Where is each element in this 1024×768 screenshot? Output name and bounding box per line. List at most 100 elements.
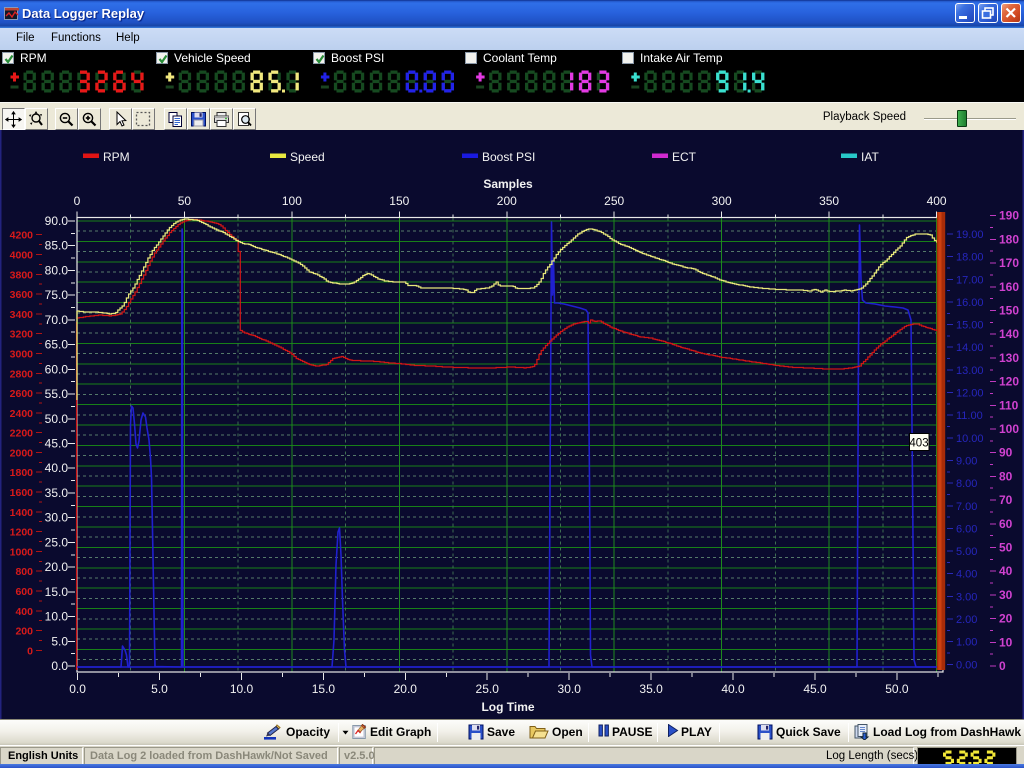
- svg-text:2800: 2800: [10, 368, 34, 380]
- svg-text:40: 40: [999, 564, 1013, 578]
- svg-text:1600: 1600: [10, 487, 34, 499]
- svg-text:0.0: 0.0: [51, 659, 68, 673]
- svg-text:200: 200: [15, 626, 33, 638]
- svg-text:300: 300: [712, 194, 732, 208]
- svg-text:12.00: 12.00: [956, 388, 984, 400]
- svg-text:1000: 1000: [10, 546, 34, 558]
- svg-text:35.0: 35.0: [639, 682, 663, 696]
- svg-text:150: 150: [389, 194, 409, 208]
- svg-text:35.0: 35.0: [45, 486, 69, 500]
- svg-text:2200: 2200: [10, 428, 34, 440]
- svg-text:15.0: 15.0: [312, 682, 336, 696]
- svg-text:4.00: 4.00: [956, 569, 977, 581]
- svg-text:30.0: 30.0: [558, 682, 582, 696]
- svg-text:180: 180: [999, 232, 1019, 246]
- svg-text:20.0: 20.0: [45, 560, 69, 574]
- svg-text:9.00: 9.00: [956, 456, 977, 468]
- svg-text:80.0: 80.0: [45, 263, 69, 277]
- svg-text:400: 400: [15, 606, 33, 618]
- svg-text:0.0: 0.0: [69, 682, 86, 696]
- svg-text:80: 80: [999, 469, 1013, 483]
- svg-text:40.0: 40.0: [721, 682, 745, 696]
- svg-text:100: 100: [282, 194, 302, 208]
- svg-text:190: 190: [999, 209, 1019, 223]
- svg-text:Samples: Samples: [483, 177, 533, 191]
- svg-text:14.00: 14.00: [956, 342, 984, 354]
- svg-text:60.0: 60.0: [45, 362, 69, 376]
- svg-text:2400: 2400: [10, 408, 34, 420]
- svg-text:160: 160: [999, 280, 1019, 294]
- svg-text:85.0: 85.0: [45, 239, 69, 253]
- svg-text:1.00: 1.00: [956, 637, 977, 649]
- svg-text:1400: 1400: [10, 507, 34, 519]
- svg-text:1200: 1200: [10, 527, 34, 539]
- svg-text:45.0: 45.0: [803, 682, 827, 696]
- svg-text:250: 250: [604, 194, 624, 208]
- svg-text:13.00: 13.00: [956, 365, 984, 377]
- svg-text:20.0: 20.0: [394, 682, 418, 696]
- svg-text:50.0: 50.0: [885, 682, 909, 696]
- svg-text:5.0: 5.0: [151, 682, 168, 696]
- svg-text:19.00: 19.00: [956, 229, 984, 241]
- svg-text:2000: 2000: [10, 447, 34, 459]
- svg-text:5.00: 5.00: [956, 546, 977, 558]
- svg-text:170: 170: [999, 256, 1019, 270]
- svg-text:25.0: 25.0: [45, 535, 69, 549]
- svg-text:70: 70: [999, 493, 1013, 507]
- svg-text:120: 120: [999, 375, 1019, 389]
- svg-text:Speed: Speed: [290, 150, 325, 164]
- svg-text:70.0: 70.0: [45, 313, 69, 327]
- svg-text:15.00: 15.00: [956, 320, 984, 332]
- svg-text:60: 60: [999, 517, 1013, 531]
- svg-text:0: 0: [27, 645, 33, 657]
- svg-text:2600: 2600: [10, 388, 34, 400]
- svg-text:600: 600: [15, 586, 33, 598]
- svg-text:ECT: ECT: [672, 150, 697, 164]
- svg-text:2.00: 2.00: [956, 614, 977, 626]
- svg-text:IAT: IAT: [861, 150, 879, 164]
- svg-text:3400: 3400: [10, 309, 34, 321]
- svg-text:350: 350: [819, 194, 839, 208]
- svg-text:10: 10: [999, 635, 1013, 649]
- svg-text:15.0: 15.0: [45, 585, 69, 599]
- svg-text:10.00: 10.00: [956, 433, 984, 445]
- svg-text:10.0: 10.0: [45, 610, 69, 624]
- svg-text:130: 130: [999, 351, 1019, 365]
- svg-text:30: 30: [999, 588, 1013, 602]
- svg-text:25.0: 25.0: [476, 682, 500, 696]
- svg-text:Boost PSI: Boost PSI: [482, 150, 535, 164]
- svg-text:1800: 1800: [10, 467, 34, 479]
- svg-text:800: 800: [15, 566, 33, 578]
- svg-text:5.0: 5.0: [51, 634, 68, 648]
- svg-text:4200: 4200: [10, 230, 34, 242]
- svg-text:18.00: 18.00: [956, 252, 984, 264]
- svg-text:17.00: 17.00: [956, 274, 984, 286]
- svg-text:55.0: 55.0: [45, 387, 69, 401]
- svg-text:0: 0: [999, 659, 1006, 673]
- svg-text:3000: 3000: [10, 349, 34, 361]
- svg-text:50: 50: [999, 541, 1013, 555]
- svg-text:140: 140: [999, 327, 1019, 341]
- svg-text:50: 50: [178, 194, 192, 208]
- svg-text:30.0: 30.0: [45, 511, 69, 525]
- svg-text:110: 110: [999, 398, 1019, 412]
- svg-text:10.0: 10.0: [230, 682, 254, 696]
- svg-text:75.0: 75.0: [45, 288, 69, 302]
- svg-text:40.0: 40.0: [45, 461, 69, 475]
- svg-text:65.0: 65.0: [45, 338, 69, 352]
- svg-text:6.00: 6.00: [956, 523, 977, 535]
- svg-text:403: 403: [909, 438, 928, 450]
- svg-text:7.00: 7.00: [956, 501, 977, 513]
- svg-text:3600: 3600: [10, 289, 34, 301]
- svg-text:11.00: 11.00: [956, 410, 983, 422]
- svg-text:3800: 3800: [10, 269, 34, 281]
- svg-text:Log Time: Log Time: [481, 700, 534, 714]
- svg-text:200: 200: [497, 194, 517, 208]
- svg-text:3200: 3200: [10, 329, 34, 341]
- svg-text:150: 150: [999, 304, 1019, 318]
- svg-text:0: 0: [74, 194, 81, 208]
- svg-text:50.0: 50.0: [45, 412, 69, 426]
- svg-text:20: 20: [999, 612, 1013, 626]
- svg-text:4000: 4000: [10, 250, 34, 262]
- svg-text:400: 400: [927, 194, 947, 208]
